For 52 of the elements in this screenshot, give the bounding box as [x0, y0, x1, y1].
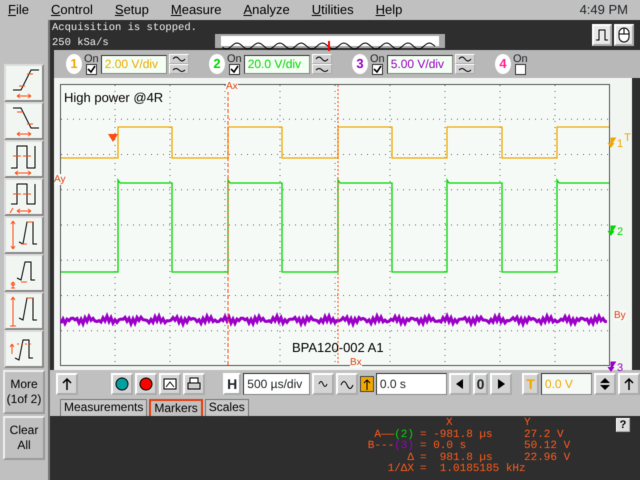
marker-label: Ay — [54, 174, 66, 185]
channel-number[interactable]: 4 — [495, 54, 511, 74]
position-field[interactable]: 0.0 s — [376, 373, 447, 395]
menu-item[interactable]: Setup — [114, 0, 159, 20]
menu-item[interactable]: Help — [376, 0, 412, 20]
side-button[interactable]: Clear All — [3, 416, 45, 460]
marker-name: 1/ΔX — [388, 464, 414, 476]
x-value: = 1.0185185 kHz — [420, 464, 524, 476]
side-button[interactable]: More (1of 2) — [3, 370, 45, 414]
y-value: 50.12 V — [524, 441, 572, 452]
channel-label: 2 — [617, 225, 624, 240]
y-value: 27.2 V — [524, 430, 565, 440]
menu-item[interactable]: Measure — [170, 0, 232, 20]
marker-source: (3) — [394, 441, 414, 452]
status-text: 250 kSa/s — [51, 36, 110, 50]
display-label: High power @4R — [64, 89, 164, 107]
column-header: X — [445, 418, 454, 430]
on-label: On — [84, 54, 99, 64]
x-value: = 0.0 s — [420, 441, 468, 452]
menu-item[interactable]: Analyze — [243, 0, 300, 20]
marker-label: By — [614, 310, 626, 321]
on-label: On — [513, 54, 528, 64]
status-text: Acquisition is stopped. — [51, 21, 197, 35]
marker-name: Δ — [407, 452, 414, 464]
marker-name: B--- — [368, 441, 394, 452]
on-label: On — [227, 54, 242, 64]
tab[interactable]: Scales — [204, 399, 249, 416]
tab[interactable]: Markers — [149, 399, 203, 416]
menu-item[interactable]: Control — [50, 0, 103, 20]
tab[interactable]: Measurements — [60, 399, 148, 416]
help-button[interactable]: ? — [616, 418, 630, 432]
display-label: BPA120-002 A1 — [292, 340, 384, 355]
x-value: = -981.8 µs — [420, 430, 494, 440]
column-header: Y — [524, 418, 532, 430]
marker-source: (2) — [394, 430, 414, 440]
trigger-label: T — [624, 131, 631, 146]
channel-label: 1 — [617, 137, 624, 152]
marker-label: Bx — [350, 357, 362, 368]
x-value: = 981.8 µs — [420, 452, 494, 464]
scale-field[interactable]: 5.00 V/div — [386, 54, 453, 74]
timebase-field[interactable]: 500 µs/div — [243, 373, 310, 395]
y-value: 22.96 V — [524, 452, 572, 464]
marker-name: A—— — [374, 430, 394, 440]
clock: 4:49 PM — [580, 1, 628, 20]
horizontal-label[interactable]: H — [223, 373, 242, 395]
marker-label: Ax — [226, 81, 238, 92]
menu-item[interactable]: File — [8, 0, 39, 20]
zero-button[interactable]: 0 — [472, 373, 488, 395]
channel-number[interactable]: 3 — [352, 54, 368, 74]
menu-item[interactable]: Utilities — [312, 0, 364, 20]
channel-label: 3 — [617, 361, 624, 376]
on-label: On — [370, 54, 385, 64]
